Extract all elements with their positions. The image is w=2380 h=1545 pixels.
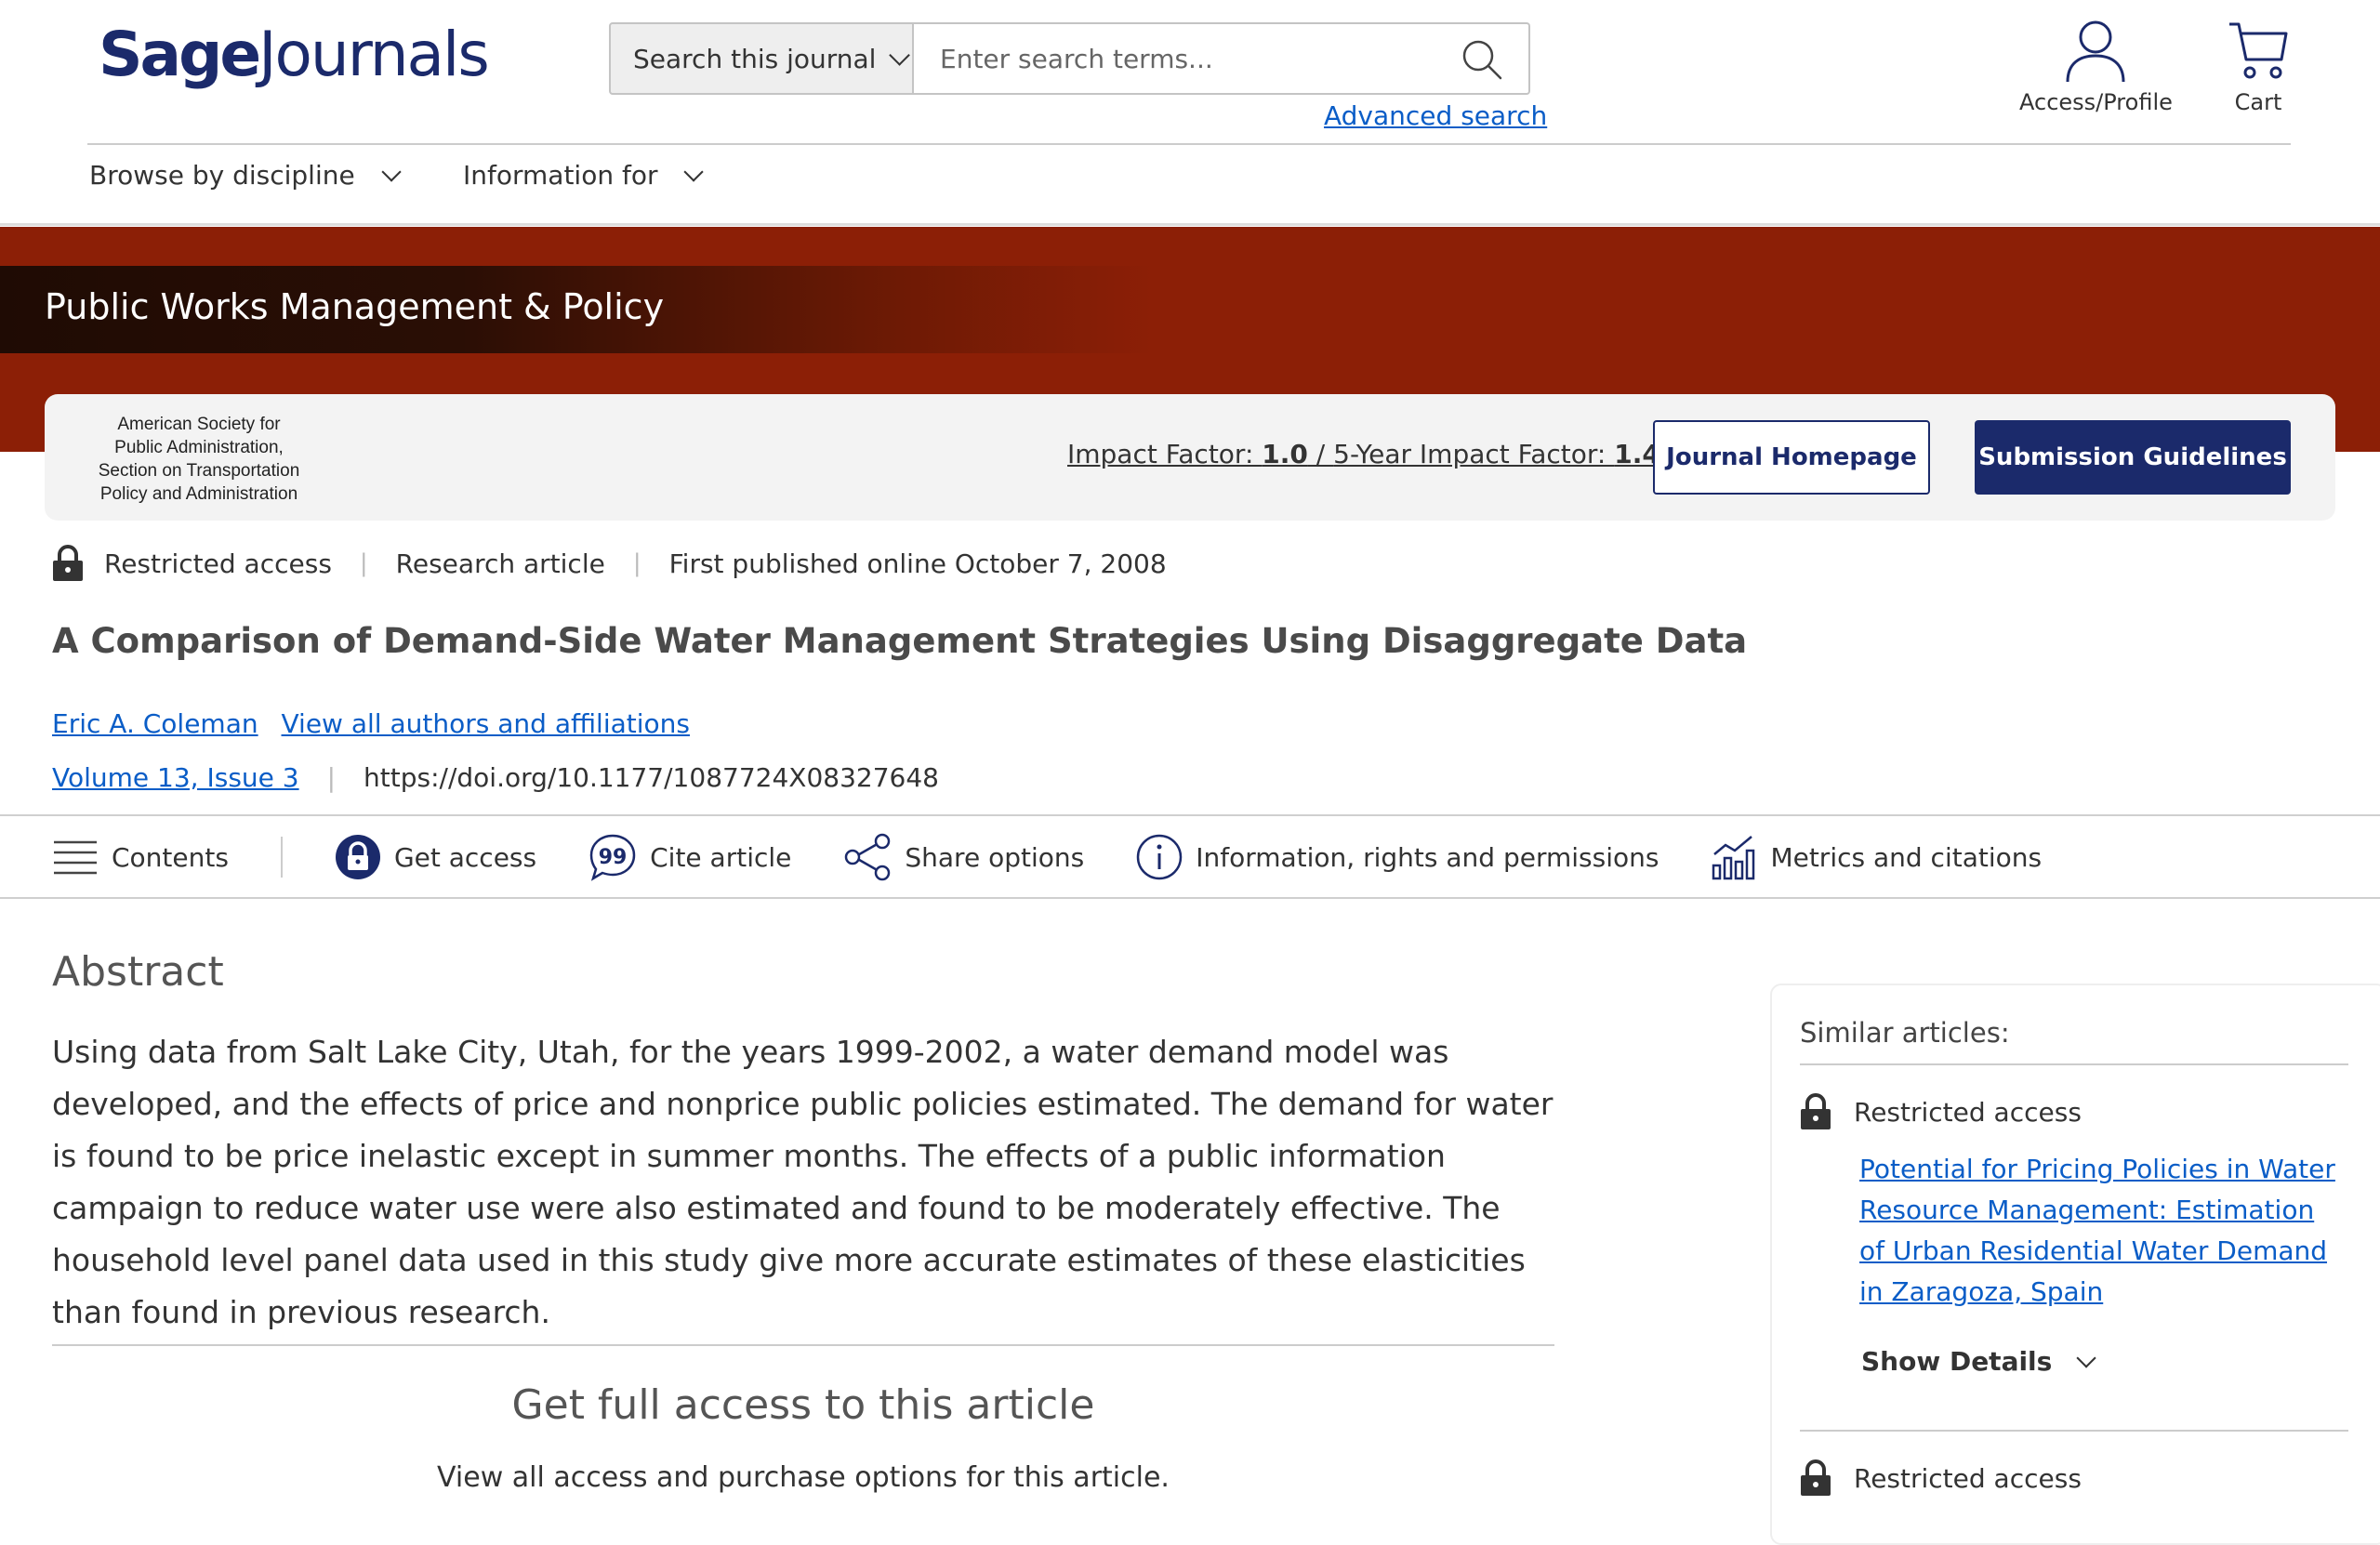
- cite-article-label: Cite article: [650, 841, 792, 873]
- article-toolbar: Contents Get access 99 Cite article Shar…: [52, 816, 2094, 898]
- five-year-impact-label: 5-Year Impact Factor:: [1333, 439, 1615, 469]
- lock-icon: [53, 545, 83, 581]
- info-icon: [1136, 834, 1183, 880]
- contents-button[interactable]: Contents: [52, 839, 229, 876]
- get-access-label: Get access: [393, 841, 537, 873]
- society-logo-text: American Society for Public Administrati…: [97, 413, 301, 506]
- svg-text:99: 99: [599, 846, 628, 869]
- article-title: A Comparison of Demand-Side Water Manage…: [52, 621, 1748, 661]
- society-line: Public Administration,: [114, 438, 284, 457]
- get-access-button[interactable]: Get access: [335, 834, 536, 880]
- cart-label: Cart: [2234, 89, 2282, 115]
- view-all-authors-link[interactable]: View all authors and affiliations: [282, 708, 690, 739]
- authors-row: Eric A. Coleman View all authors and aff…: [52, 708, 705, 739]
- author-link[interactable]: Eric A. Coleman: [52, 708, 258, 739]
- list-icon: [54, 840, 97, 875]
- full-access-heading: Get full access to this article: [511, 1381, 1095, 1429]
- nav-information-for[interactable]: Information for: [463, 160, 705, 191]
- similar-article-access: Restricted access: [1800, 1459, 2082, 1497]
- publication-date: First published online October 7, 2008: [668, 548, 1167, 579]
- similar-articles-heading: Similar articles:: [1800, 1017, 2010, 1049]
- article-type: Research article: [395, 548, 605, 579]
- abstract-text: Using data from Salt Lake City, Utah, fo…: [52, 1034, 1554, 1330]
- society-line: Section on Transportation: [98, 461, 300, 481]
- abstract-divider: [52, 1344, 1554, 1346]
- journal-title[interactable]: Public Works Management & Policy: [45, 286, 664, 327]
- nav-browse-by-discipline[interactable]: Browse by discipline: [89, 160, 402, 191]
- show-details-toggle[interactable]: Show Details: [1861, 1346, 2096, 1377]
- bar-chart-icon: [1712, 836, 1755, 880]
- doi-link[interactable]: https://doi.org/10.1177/1087724X08327648: [364, 762, 939, 793]
- metrics-citations-label: Metrics and citations: [1770, 841, 2043, 873]
- access-profile-label: Access/Profile: [2019, 89, 2173, 115]
- access-options-text: View all access and purchase options for…: [437, 1461, 1170, 1494]
- impact-factor-link[interactable]: Impact Factor: 1.0 / 5-Year Impact Facto…: [1067, 439, 1660, 469]
- similar-article-access-label: Restricted access: [1854, 1462, 2082, 1494]
- nav-browse-label: Browse by discipline: [89, 160, 355, 191]
- volume-issue-link[interactable]: Volume 13, Issue 3: [52, 762, 299, 793]
- search-scope-dropdown[interactable]: Search this journal: [609, 22, 914, 95]
- share-icon: [845, 833, 891, 881]
- information-rights-label: Information, rights and permissions: [1196, 841, 1659, 873]
- impact-factor-label: Impact Factor:: [1067, 439, 1263, 469]
- search-scope-label: Search this journal: [633, 43, 877, 74]
- lock-icon: [1801, 1459, 1831, 1496]
- abstract-heading: Abstract: [52, 948, 224, 996]
- toolbar-bottom-divider: [0, 897, 2380, 899]
- share-options-button[interactable]: Share options: [843, 833, 1084, 881]
- header-divider: [87, 143, 2291, 145]
- similar-article-link[interactable]: Potential for Pricing Policies in Water …: [1859, 1149, 2343, 1313]
- chevron-down-icon: [381, 162, 402, 182]
- journal-homepage-button[interactable]: Journal Homepage: [1653, 420, 1930, 495]
- search-icon[interactable]: [1460, 37, 1504, 82]
- advanced-search-link[interactable]: Advanced search: [1324, 100, 1547, 131]
- lock-icon: [1801, 1093, 1831, 1129]
- show-details-label: Show Details: [1861, 1346, 2053, 1377]
- similar-articles-divider: [1800, 1063, 2348, 1065]
- article-meta: Restricted access | Research article | F…: [52, 545, 1167, 582]
- similar-articles-divider: [1800, 1430, 2348, 1432]
- contents-label: Contents: [112, 841, 229, 873]
- nav-divider: [0, 223, 2380, 226]
- access-profile-button[interactable]: Access/Profile: [2019, 19, 2173, 115]
- access-status: Restricted access: [104, 548, 332, 579]
- cite-article-button[interactable]: 99 Cite article: [588, 833, 791, 881]
- cart-button[interactable]: Cart: [2228, 19, 2289, 115]
- information-rights-button[interactable]: Information, rights and permissions: [1136, 834, 1659, 880]
- similar-article-access-label: Restricted access: [1854, 1096, 2082, 1128]
- logo-sage: Sage: [99, 19, 261, 90]
- volume-doi-row: Volume 13, Issue 3 | https://doi.org/10.…: [52, 762, 939, 793]
- logo-journals: Journals: [258, 19, 490, 90]
- quote-icon: 99: [589, 834, 636, 881]
- user-icon: [2066, 20, 2125, 83]
- impact-factor-value: 1.0: [1262, 439, 1308, 469]
- metrics-citations-button[interactable]: Metrics and citations: [1711, 834, 2042, 880]
- toolbar-divider: [280, 837, 283, 878]
- society-line: American Society for: [117, 415, 281, 434]
- chevron-down-icon: [889, 45, 911, 66]
- impact-separator: /: [1307, 439, 1334, 469]
- similar-article-access: Restricted access: [1800, 1093, 2082, 1130]
- cart-icon: [2229, 22, 2288, 79]
- lock-circle-icon: [335, 835, 380, 879]
- share-options-label: Share options: [905, 841, 1085, 873]
- nav-information-label: Information for: [463, 160, 658, 191]
- society-line: Policy and Administration: [99, 484, 298, 504]
- chevron-down-icon: [683, 162, 705, 182]
- search-input[interactable]: [914, 22, 1530, 95]
- submission-guidelines-button[interactable]: Submission Guidelines: [1975, 420, 2291, 495]
- sage-journals-logo[interactable]: SageJournals: [99, 19, 490, 90]
